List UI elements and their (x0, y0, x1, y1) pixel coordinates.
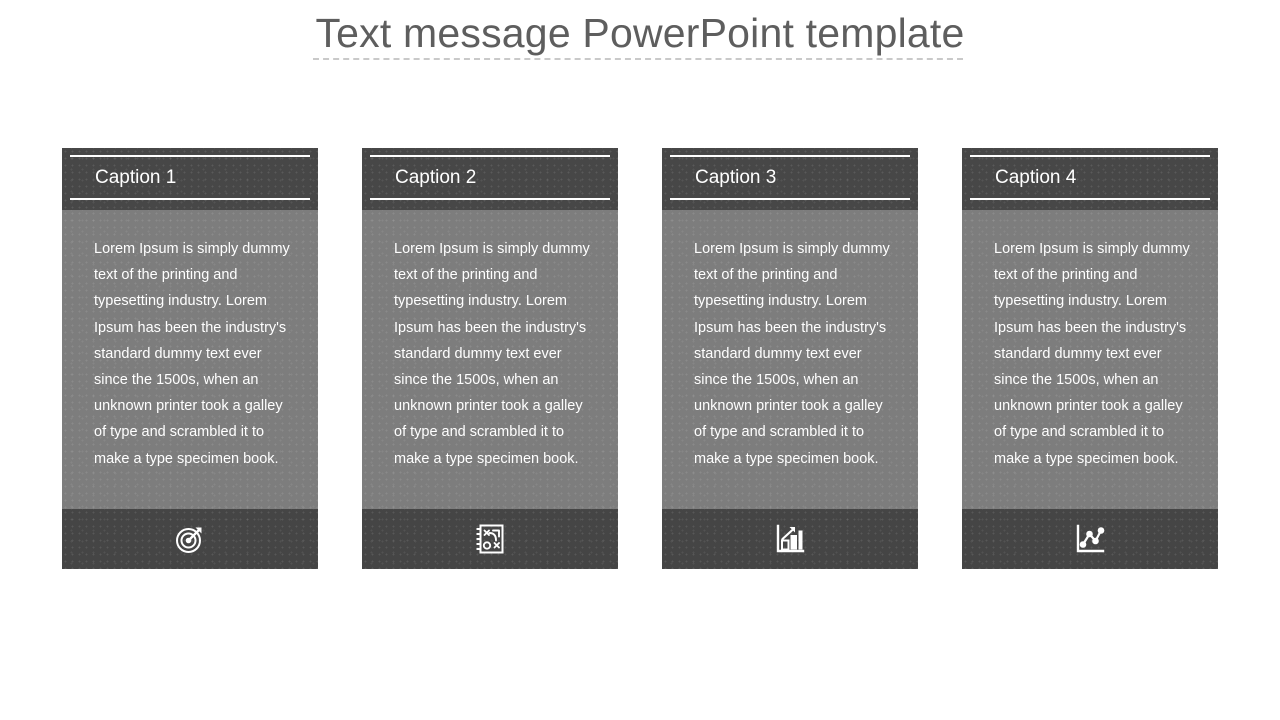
line-chart-points-icon (1073, 522, 1107, 556)
strategy-playbook-icon (473, 522, 507, 556)
card-4-caption: Caption 4 (995, 167, 1077, 188)
card-4-body: Lorem Ipsum is simply dummy text of the … (962, 210, 1218, 509)
card-3-body-text: Lorem Ipsum is simply dummy text of the … (694, 241, 890, 467)
card-1-header: Caption 1 (62, 148, 318, 210)
card-1-footer (62, 509, 318, 569)
card-4[interactable]: Caption 4 Lorem Ipsum is simply dummy te… (962, 148, 1218, 569)
card-2-caption: Caption 2 (395, 167, 477, 188)
card-4-header: Caption 4 (962, 148, 1218, 210)
card-1-body: Lorem Ipsum is simply dummy text of the … (62, 210, 318, 509)
card-3-caption: Caption 3 (695, 167, 777, 188)
card-4-header-rule-bottom (970, 198, 1210, 200)
card-1-body-text: Lorem Ipsum is simply dummy text of the … (94, 241, 290, 467)
card-2-header-rule-bottom (370, 198, 610, 200)
card-2[interactable]: Caption 2 Lorem Ipsum is simply dummy te… (362, 148, 618, 569)
bar-chart-growth-icon (773, 522, 807, 556)
card-4-body-text: Lorem Ipsum is simply dummy text of the … (994, 241, 1190, 467)
card-1-header-rule-bottom (70, 198, 310, 200)
card-4-footer (962, 509, 1218, 569)
card-1[interactable]: Caption 1 Lorem Ipsum is simply dummy te… (62, 148, 318, 569)
title-divider (313, 58, 963, 60)
card-3-header-rule-bottom (670, 198, 910, 200)
card-2-body: Lorem Ipsum is simply dummy text of the … (362, 210, 618, 509)
slide-title-block: Text message PowerPoint template (0, 8, 1280, 58)
card-3-body: Lorem Ipsum is simply dummy text of the … (662, 210, 918, 509)
card-3-footer (662, 509, 918, 569)
target-arrow-icon (173, 522, 207, 556)
card-grid: Caption 1 Lorem Ipsum is simply dummy te… (62, 148, 1218, 569)
card-3[interactable]: Caption 3 Lorem Ipsum is simply dummy te… (662, 148, 918, 569)
card-3-header: Caption 3 (662, 148, 918, 210)
card-2-body-text: Lorem Ipsum is simply dummy text of the … (394, 241, 590, 467)
card-2-footer (362, 509, 618, 569)
page-title: Text message PowerPoint template (315, 10, 965, 56)
card-2-header: Caption 2 (362, 148, 618, 210)
card-1-caption: Caption 1 (95, 167, 177, 188)
